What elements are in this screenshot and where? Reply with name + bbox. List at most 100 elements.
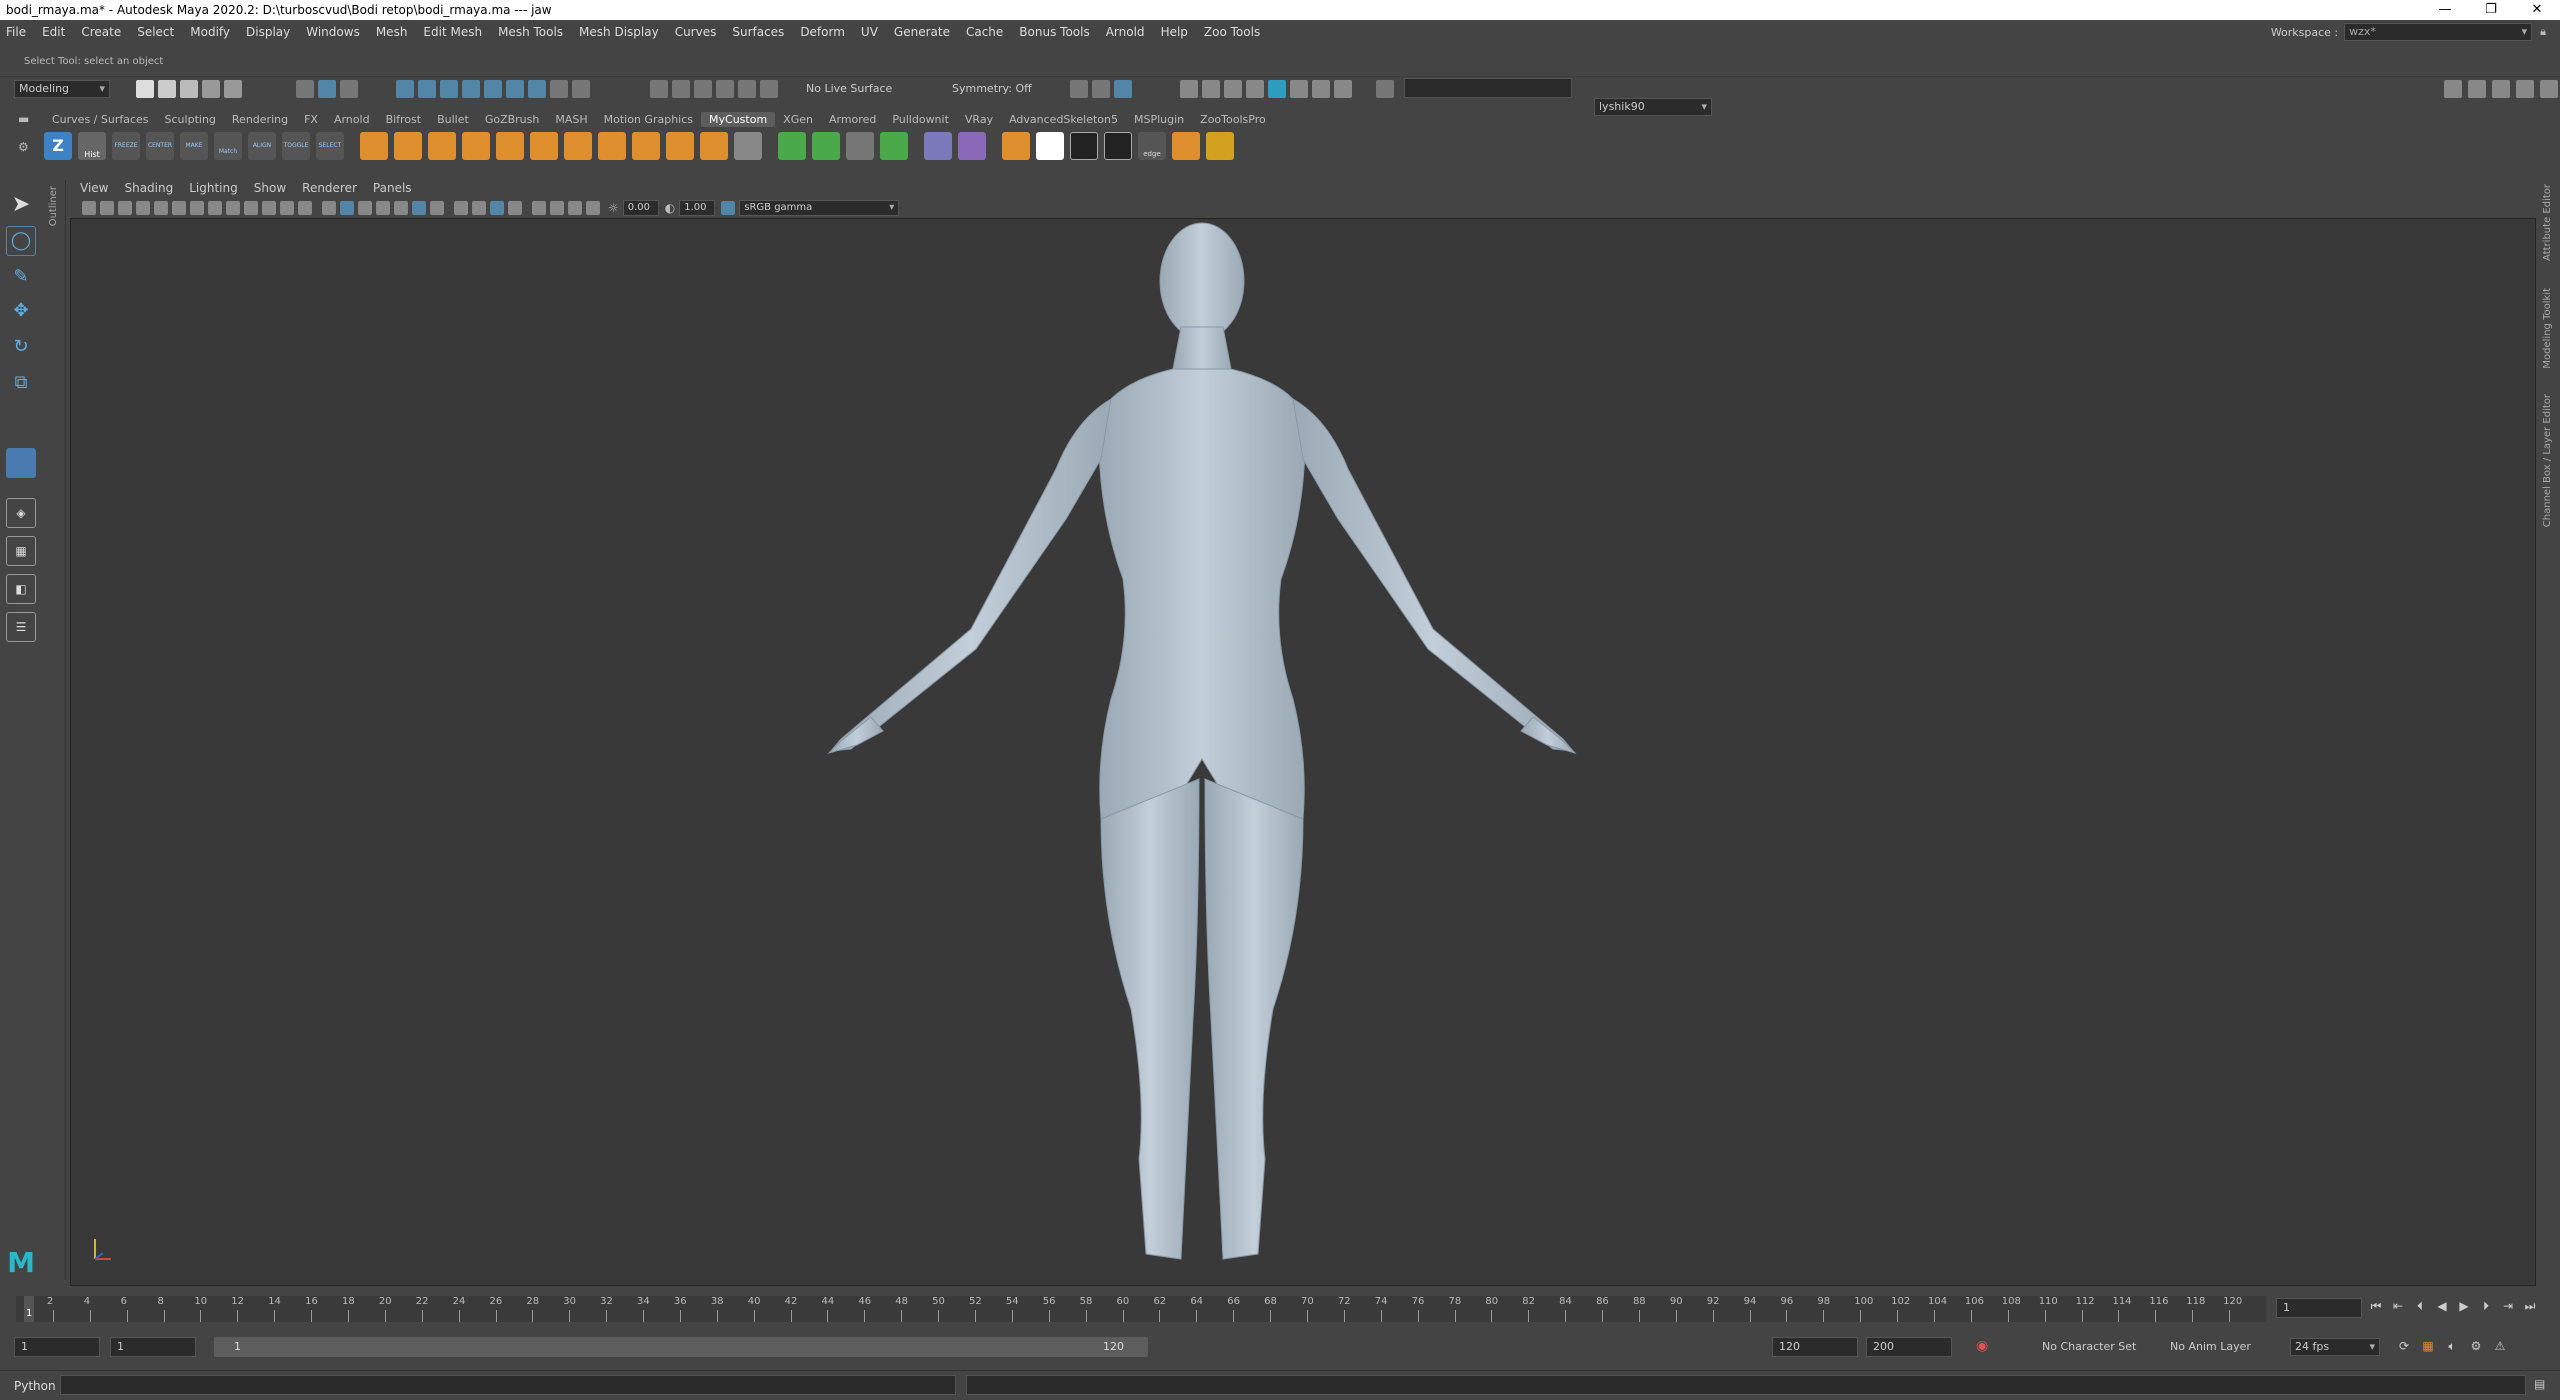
- screen-space-ao-icon[interactable]: [454, 201, 468, 215]
- shelf-tab-fx[interactable]: FX: [296, 112, 326, 127]
- smooth-shade-icon[interactable]: [340, 201, 354, 215]
- field-chart-icon[interactable]: [262, 201, 276, 215]
- panel-menu-panels[interactable]: Panels: [373, 181, 412, 195]
- character-set-dropdown[interactable]: No Character Set: [2042, 1340, 2136, 1353]
- camera-attributes-icon[interactable]: [100, 201, 114, 215]
- combine-icon[interactable]: [496, 132, 524, 160]
- menu-windows[interactable]: Windows: [306, 25, 360, 39]
- playblast-icon[interactable]: [1070, 132, 1098, 160]
- color-management-icon[interactable]: [721, 201, 736, 215]
- bridge-icon[interactable]: [632, 132, 660, 160]
- snap-view-plane-icon[interactable]: [716, 80, 734, 98]
- last-tool-icon[interactable]: [6, 448, 36, 478]
- command-input[interactable]: [60, 1375, 956, 1395]
- shelf-tab-armored[interactable]: Armored: [821, 112, 884, 127]
- quad-draw-icon[interactable]: [734, 132, 762, 160]
- menu-mesh[interactable]: Mesh: [376, 25, 408, 39]
- shadows-icon[interactable]: [430, 201, 444, 215]
- uv-editor-icon[interactable]: [778, 132, 806, 160]
- channel-box-tab[interactable]: Channel Box / Layer Editor: [2542, 394, 2553, 527]
- go-to-start-icon[interactable]: ⏮: [2368, 1298, 2384, 1314]
- perspective-viewport[interactable]: [70, 218, 2536, 1286]
- make-live-button[interactable]: MAKE: [180, 132, 208, 160]
- maximize-button[interactable]: ❐: [2468, 0, 2514, 20]
- view-transform-dropdown[interactable]: sRGB gamma ▾: [739, 200, 900, 216]
- time-slider[interactable]: 1 2 4 6 8 10 12 14 16 18 20 22 24 26 28 30 32 34 36 38 40 42…: [0, 1290, 2560, 1326]
- unfold-uv-icon[interactable]: [812, 132, 840, 160]
- align-pivot-button[interactable]: ALIGN: [248, 132, 276, 160]
- human-ik-icon[interactable]: [2468, 80, 2486, 98]
- animation-prefs-icon[interactable]: ⚙: [2468, 1338, 2484, 1354]
- playback-start-field[interactable]: 1: [110, 1337, 196, 1357]
- close-button[interactable]: ✕: [2514, 0, 2560, 20]
- select-tool-icon[interactable]: ➤: [6, 190, 36, 220]
- poly-sphere-icon[interactable]: [360, 132, 388, 160]
- menu-select[interactable]: Select: [137, 25, 174, 39]
- construction-history-icon[interactable]: [1114, 80, 1132, 98]
- menu-mesh-display[interactable]: Mesh Display: [579, 25, 659, 39]
- sidebar-toggle-icon[interactable]: [1376, 80, 1394, 101]
- select-hierarchy-button[interactable]: SELECT: [316, 132, 344, 160]
- freeze-transforms-button[interactable]: FREEZE: [112, 132, 140, 160]
- center-pivot-button[interactable]: CENTER: [146, 132, 174, 160]
- film-gate-icon[interactable]: [208, 201, 222, 215]
- snap-point-icon[interactable]: [694, 80, 712, 98]
- xray-joints-icon[interactable]: [586, 201, 600, 215]
- live-surface-field[interactable]: No Live Surface: [806, 80, 892, 98]
- outliner-layout-icon[interactable]: ☰: [6, 612, 36, 642]
- snap-live-icon[interactable]: [738, 80, 756, 98]
- redo-icon[interactable]: [224, 80, 242, 98]
- input-ops-icon[interactable]: [1070, 80, 1088, 98]
- step-back-key-icon[interactable]: ⇤: [2390, 1298, 2406, 1314]
- panel-menu-lighting[interactable]: Lighting: [189, 181, 238, 195]
- shelf-tab-xgen[interactable]: XGen: [775, 112, 821, 127]
- multi-cut-icon[interactable]: [666, 132, 694, 160]
- isolate-select-icon[interactable]: [532, 201, 546, 215]
- attribute-editor-icon[interactable]: [2492, 80, 2510, 98]
- tool-settings-icon[interactable]: [2516, 80, 2534, 98]
- minimize-button[interactable]: —: [2422, 0, 2468, 20]
- snap-grid-icon[interactable]: [650, 80, 668, 98]
- palette-icon[interactable]: [1206, 132, 1234, 160]
- snap-curve-icon[interactable]: [672, 80, 690, 98]
- menu-edit-mesh[interactable]: Edit Mesh: [423, 25, 482, 39]
- menu-arnold[interactable]: Arnold: [1106, 25, 1145, 39]
- textured-icon[interactable]: [394, 201, 408, 215]
- target-weld-icon[interactable]: [700, 132, 728, 160]
- rotate-tool-icon[interactable]: ↻: [6, 332, 36, 362]
- cut-uv-icon[interactable]: [880, 132, 908, 160]
- user-account-dropdown[interactable]: lyshik90 ▾: [1594, 98, 1712, 116]
- safe-title-icon[interactable]: [298, 201, 312, 215]
- uv-snapshot-icon[interactable]: [846, 132, 874, 160]
- mask-rendering-icon[interactable]: [528, 80, 546, 98]
- modeling-toolkit-icon[interactable]: [2444, 80, 2462, 98]
- sync-icon[interactable]: ⚠︎: [2492, 1338, 2508, 1354]
- menu-help[interactable]: Help: [1161, 25, 1188, 39]
- menu-generate[interactable]: Generate: [894, 25, 950, 39]
- mask-handles-icon[interactable]: [396, 80, 414, 98]
- menu-modify[interactable]: Modify: [190, 25, 230, 39]
- menu-mesh-tools[interactable]: Mesh Tools: [498, 25, 563, 39]
- fps-dropdown[interactable]: 24 fps ▾: [2290, 1338, 2380, 1356]
- persp-outliner-icon[interactable]: ◧: [6, 574, 36, 604]
- poly-cylinder-icon[interactable]: [428, 132, 456, 160]
- lattice-icon[interactable]: [924, 132, 952, 160]
- menu-create[interactable]: Create: [81, 25, 121, 39]
- menu-edit[interactable]: Edit: [42, 25, 65, 39]
- shelf-tab-msplugin[interactable]: MSPlugin: [1126, 112, 1192, 127]
- scale-tool-icon[interactable]: ⧉: [6, 368, 36, 398]
- render-frame-icon[interactable]: [1202, 80, 1220, 98]
- wireframe-icon[interactable]: [322, 201, 336, 215]
- shelf-settings-icon[interactable]: ⚙: [18, 140, 29, 154]
- gamma-field[interactable]: 1.00: [679, 200, 716, 216]
- extrude-icon[interactable]: [564, 132, 592, 160]
- mask-joints-icon[interactable]: [418, 80, 436, 98]
- panel-menu-view[interactable]: View: [80, 181, 108, 195]
- toggle-components-button[interactable]: TOGGLE: [282, 132, 310, 160]
- edge-flow-button[interactable]: edge: [1138, 132, 1166, 160]
- mask-dynamics-icon[interactable]: [506, 80, 524, 98]
- render-settings-icon[interactable]: [1246, 80, 1264, 98]
- poly-cube-icon[interactable]: [394, 132, 422, 160]
- panel-menu-renderer[interactable]: Renderer: [302, 181, 357, 195]
- range-slider[interactable]: 1 120: [214, 1337, 1148, 1357]
